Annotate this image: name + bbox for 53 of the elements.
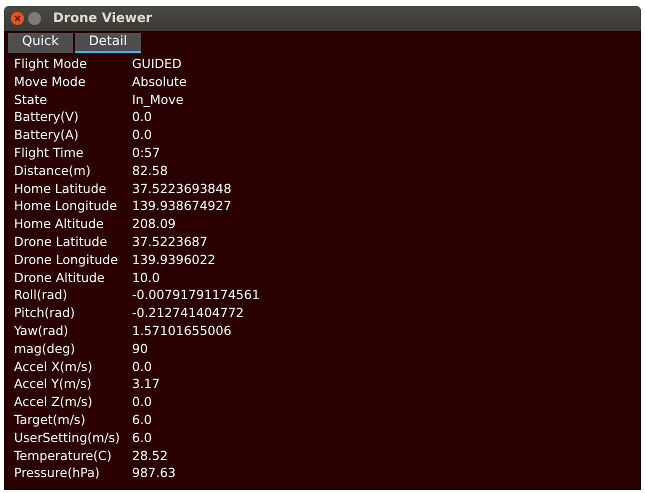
field-label: Move Mode [14, 72, 87, 91]
field-label: Flight Time [14, 144, 84, 162]
field-label: Accel X(m/s) [14, 358, 94, 376]
field-value: In_Move [132, 90, 184, 108]
field-value: 6.0 [132, 428, 153, 447]
field-value: Absolute [132, 72, 188, 91]
field-label: Battery(A) [14, 126, 80, 144]
field-label: UserSetting(m/s) [14, 428, 121, 447]
field-label: Distance(m) [14, 162, 92, 180]
field-label: State [14, 90, 48, 108]
minimize-icon[interactable] [28, 12, 41, 25]
field-label: Pressure(hPa) [14, 464, 101, 482]
field-label: Home Altitude [14, 215, 105, 233]
field-value: 0.0 [132, 393, 153, 411]
field-value: 37.5223687 [132, 232, 209, 251]
field-label: Yaw(rad) [14, 322, 70, 340]
field-label: Drone Longitude [14, 250, 119, 269]
close-icon[interactable] [11, 12, 24, 25]
field-value: 987.63 [132, 464, 177, 482]
field-value: 0:57 [132, 144, 162, 162]
field-value: 6.0 [132, 410, 153, 429]
field-value: 0.0 [132, 108, 153, 126]
field-value: 1.57101655006 [132, 322, 232, 340]
field-value: 10.0 [132, 268, 161, 286]
field-value: 37.5223693848 [132, 180, 232, 198]
field-label: Target(m/s) [14, 410, 86, 429]
field-label: Flight Mode [14, 55, 88, 73]
field-label: Pitch(rad) [14, 304, 76, 322]
field-label: mag(deg) [14, 340, 76, 358]
field-label: Accel Y(m/s) [14, 375, 93, 394]
field-label: Home Latitude [14, 180, 108, 198]
window-title: Drone Viewer [53, 11, 152, 26]
tab[interactable]: Quick [8, 33, 73, 53]
field-value: 139.938674927 [132, 197, 232, 216]
field-label: Accel Z(m/s) [14, 393, 94, 411]
field-value: -0.212741404772 [132, 304, 245, 322]
field-value: -0.00791791174561 [132, 286, 261, 304]
field-value: GUIDED [132, 55, 183, 73]
field-value: 0.0 [132, 126, 153, 144]
field-label: Home Longitude [14, 197, 118, 216]
field-value: 3.17 [132, 375, 161, 394]
field-label: Temperature(C) [14, 446, 113, 464]
field-label: Drone Altitude [14, 268, 106, 286]
field-value: 0.0 [132, 358, 153, 376]
field-label: Battery(V) [14, 108, 80, 126]
tab[interactable]: Detail [74, 33, 142, 53]
field-value: 90 [132, 340, 149, 358]
field-value: 139.9396022 [132, 250, 217, 269]
field-value: 82.58 [132, 162, 169, 180]
field-label: Drone Latitude [14, 232, 108, 251]
field-label: Roll(rad) [14, 286, 68, 304]
field-value: 28.52 [132, 446, 169, 464]
field-value: 208.09 [132, 215, 177, 233]
